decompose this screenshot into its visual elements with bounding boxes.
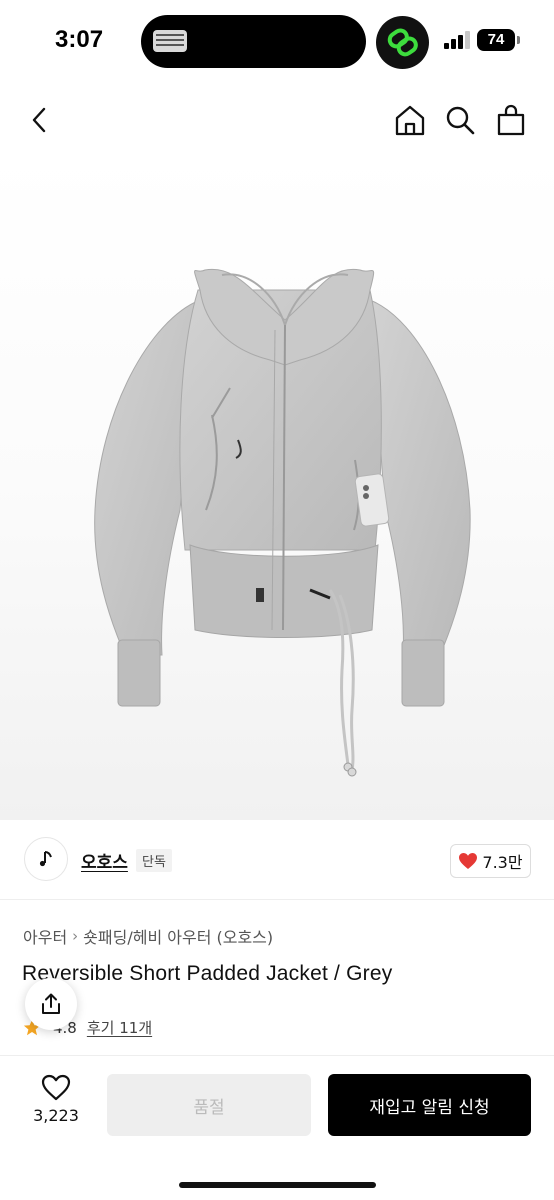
restock-alert-button[interactable]: 재입고 알림 신청 [328,1074,531,1136]
product-image[interactable] [0,150,554,820]
brand-row: 오호스 단독 7.3만 [0,822,554,900]
battery-icon: 74 [477,29,515,51]
search-icon [446,106,475,135]
brand-name[interactable]: 오호스 [81,848,128,873]
status-bar: 3:07 74 [0,0,554,84]
breadcrumb-subcategory[interactable]: 숏패딩/헤비 아우터 (오호스) [83,924,273,948]
product-title: Reversible Short Padded Jacket / Grey [22,962,393,985]
breadcrumb: 아우터 › 숏패딩/헤비 아우터 (오호스) [23,924,273,948]
shopping-bag-icon [497,104,525,136]
home-button[interactable] [390,100,430,140]
brand-logo[interactable] [24,837,68,881]
brand-like-count: 7.3만 [482,853,523,872]
search-button[interactable] [440,100,480,140]
bottom-action-bar: 3,223 품절 재입고 알림 신청 [0,1055,554,1200]
share-button[interactable] [25,978,77,1030]
wishlist-count: 3,223 [33,1106,79,1125]
share-icon [42,993,60,1014]
review-count-link[interactable]: 후기 11개 [87,1017,152,1038]
brand-like-button[interactable]: 7.3만 [450,844,531,878]
dynamic-island [141,15,366,68]
link-app-icon [376,16,429,69]
heart-icon [459,853,478,869]
chevron-left-icon [32,107,46,133]
exclusive-badge: 단독 [136,849,172,872]
battery-cap [517,36,520,44]
music-note-icon [39,851,52,867]
home-indicator [179,1182,376,1188]
sold-out-button: 품절 [107,1074,311,1136]
home-icon [395,105,425,136]
cart-button[interactable] [491,100,531,140]
heart-outline-icon [41,1074,71,1101]
status-time: 3:07 [55,26,104,53]
now-playing-thumbnail [153,30,187,52]
wishlist-button[interactable]: 3,223 [27,1074,85,1136]
breadcrumb-category[interactable]: 아우터 [23,924,67,948]
signal-icon [444,31,470,49]
chevron-right-icon: › [72,927,79,945]
jacket-photo [94,268,471,777]
back-button[interactable] [20,100,60,140]
top-nav [0,90,554,150]
